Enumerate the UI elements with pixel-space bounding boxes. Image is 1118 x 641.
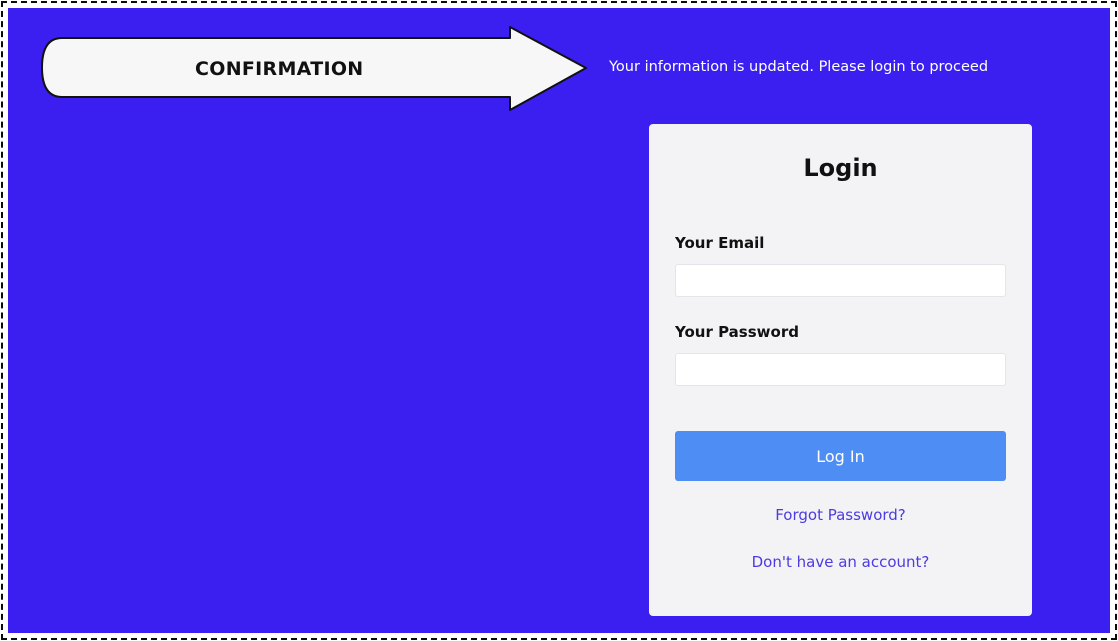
password-field[interactable] xyxy=(675,353,1006,386)
login-title: Login xyxy=(803,154,878,182)
update-notice-text: Your information is updated. Please logi… xyxy=(609,59,989,75)
confirmation-arrow: CONFIRMATION xyxy=(40,24,590,116)
email-field[interactable] xyxy=(675,264,1006,297)
forgot-password-link[interactable]: Forgot Password? xyxy=(649,506,1032,524)
password-label: Your Password xyxy=(675,323,799,341)
screen-frame: CONFIRMATION Your information is updated… xyxy=(0,0,1118,641)
signup-link[interactable]: Don't have an account? xyxy=(649,553,1032,571)
page-background: CONFIRMATION Your information is updated… xyxy=(8,8,1110,633)
confirmation-label: CONFIRMATION xyxy=(195,58,364,80)
login-button[interactable]: Log In xyxy=(675,431,1006,481)
email-label: Your Email xyxy=(675,234,765,252)
login-card: Login Your Email Your Password Log In Fo… xyxy=(649,124,1032,616)
